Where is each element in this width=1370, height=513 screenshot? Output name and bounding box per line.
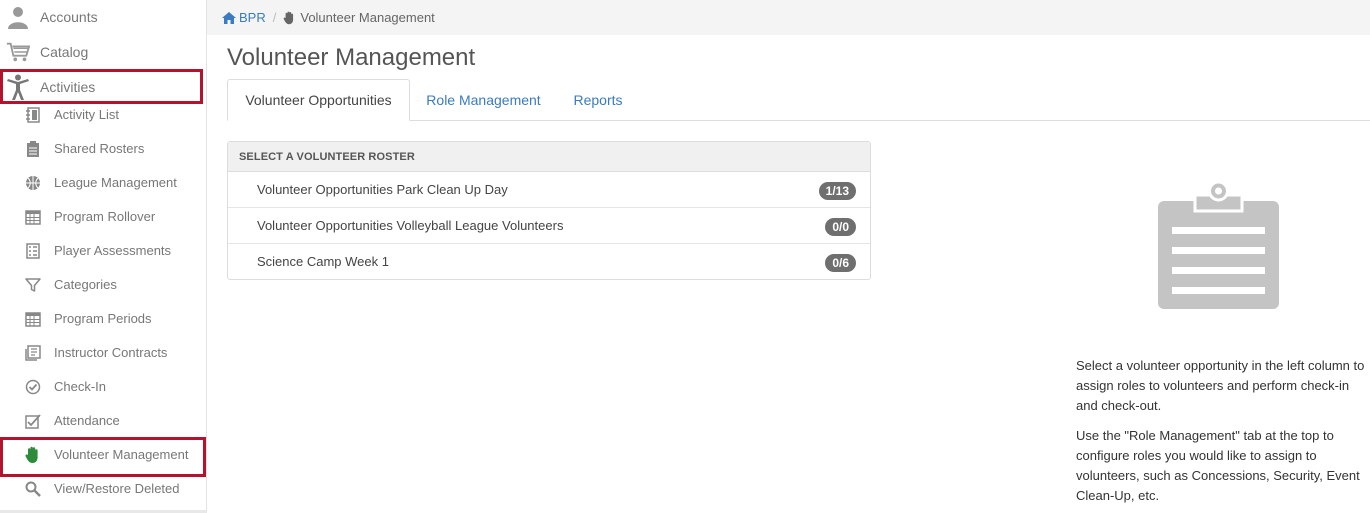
filter-icon <box>24 276 42 294</box>
sidebar-item-label: View/Restore Deleted <box>54 481 180 496</box>
sidebar-item-categories[interactable]: Categories <box>0 268 207 302</box>
roster-count-badge: 0/6 <box>825 254 856 272</box>
sidebar-item-player-assessments[interactable]: Player Assessments <box>0 234 207 268</box>
breadcrumb-home-label: BPR <box>239 10 266 25</box>
assessment-icon <box>24 242 42 260</box>
instruction-text: Use the "Role Management" tab at the top… <box>1076 428 1360 503</box>
sidebar-item-label: Program Rollover <box>54 209 156 224</box>
roster-count-badge: 1/13 <box>818 182 856 200</box>
check-circle-icon <box>24 378 42 396</box>
sidebar-item-accounts[interactable]: Accounts <box>0 0 207 35</box>
activity-figure-icon <box>6 74 30 100</box>
roster-name: Volunteer Opportunities Volleyball Leagu… <box>257 218 564 233</box>
sidebar-item-label: Activities <box>40 79 96 95</box>
cart-icon <box>6 40 30 64</box>
breadcrumb-current: Volunteer Management <box>283 10 435 25</box>
magnifier-icon <box>24 480 42 498</box>
calendar-grid-icon <box>24 208 42 226</box>
roster-name: Volunteer Opportunities Park Clean Up Da… <box>257 182 508 197</box>
sidebar-item-view-restore-deleted[interactable]: View/Restore Deleted <box>0 472 207 506</box>
sidebar-item-label: Volunteer Management <box>54 447 189 462</box>
sidebar-item-league-management[interactable]: League Management <box>0 166 207 200</box>
roster-row[interactable]: Science Camp Week 1 0/6 <box>228 244 870 280</box>
breadcrumb-current-label: Volunteer Management <box>300 10 435 25</box>
tab-reports[interactable]: Reports <box>557 79 639 121</box>
tab-role-management[interactable]: Role Management <box>412 79 555 121</box>
sidebar-item-label: Attendance <box>54 413 120 428</box>
sidebar-item-shared-rosters[interactable]: Shared Rosters <box>0 132 207 166</box>
roster-name: Science Camp Week 1 <box>257 254 389 269</box>
person-icon <box>6 5 30 29</box>
roster-panel-header: SELECT A VOLUNTEER ROSTER <box>228 142 870 172</box>
sidebar-item-activity-list[interactable]: Activity List <box>0 98 207 132</box>
sidebar-item-instructor-contracts[interactable]: Instructor Contracts <box>0 336 207 370</box>
page-title: Volunteer Management <box>227 44 476 71</box>
breadcrumb-home-link[interactable]: BPR <box>222 10 266 25</box>
notebook-icon <box>24 106 42 124</box>
tab-volunteer-opportunities[interactable]: Volunteer Opportunities <box>227 79 410 121</box>
instruction-text: Select a volunteer opportunity in the le… <box>1076 358 1365 413</box>
sidebar-item-label: Check-In <box>54 379 107 394</box>
roster-count-badge: 0/0 <box>825 218 856 236</box>
attendance-icon <box>24 412 42 430</box>
contract-icon <box>24 344 42 362</box>
roster-row[interactable]: Volunteer Opportunities Park Clean Up Da… <box>228 172 870 208</box>
volunteer-roster-panel: SELECT A VOLUNTEER ROSTER Volunteer Oppo… <box>227 141 871 280</box>
sidebar-item-program-periods[interactable]: Program Periods <box>0 302 207 336</box>
sidebar-item-label: Activity List <box>54 107 120 122</box>
empty-state-instructions: Select a volunteer opportunity in the le… <box>1076 356 1366 513</box>
breadcrumb-separator: / <box>272 10 277 25</box>
breadcrumb-bar: BPR / Volunteer Management <box>207 0 1370 35</box>
sidebar-item-label: League Management <box>54 175 177 190</box>
sidebar-item-label: Categories <box>54 277 117 292</box>
sidebar-item-program-rollover[interactable]: Program Rollover <box>0 200 207 234</box>
clipboard-icon <box>24 140 42 158</box>
sidebar-item-label: Instructor Contracts <box>54 345 168 360</box>
roster-row[interactable]: Volunteer Opportunities Volleyball Leagu… <box>228 208 870 244</box>
sidebar-item-volunteer-management[interactable]: Volunteer Management <box>0 438 207 472</box>
sidebar-item-label: Accounts <box>40 9 98 25</box>
sidebar-item-check-in[interactable]: Check-In <box>0 370 207 404</box>
home-icon <box>222 11 236 24</box>
sidebar-item-label: Program Periods <box>54 311 152 326</box>
hand-icon <box>283 11 294 24</box>
app-root: Accounts Catalog Activities Activity Lis… <box>0 0 1370 513</box>
sidebar: Accounts Catalog Activities Activity Lis… <box>0 0 207 513</box>
clipboard-icon <box>1158 181 1279 309</box>
sidebar-item-attendance[interactable]: Attendance <box>0 404 207 438</box>
sidebar-item-catalog[interactable]: Catalog <box>0 35 207 70</box>
basketball-icon <box>24 174 42 192</box>
sidebar-item-label: Player Assessments <box>54 243 172 258</box>
sidebar-item-label: Catalog <box>40 44 89 60</box>
sidebar-item-label: Shared Rosters <box>54 141 145 156</box>
breadcrumb: BPR / Volunteer Management <box>222 10 435 25</box>
hand-icon <box>24 446 42 464</box>
calendar-grid-icon <box>24 310 42 328</box>
